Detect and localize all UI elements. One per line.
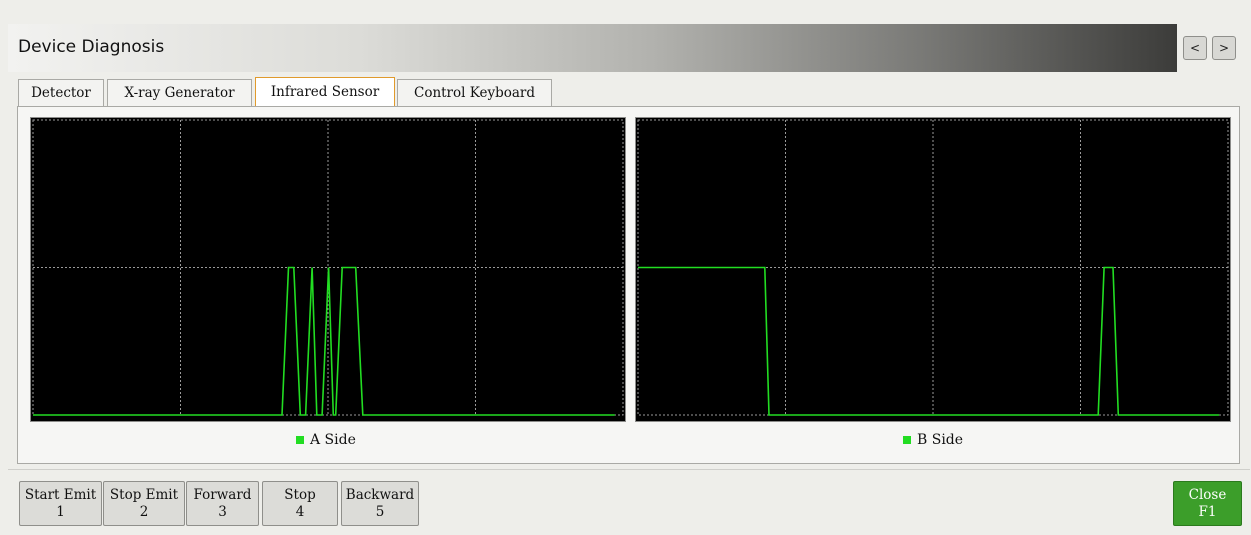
tab-control-keyboard[interactable]: Control Keyboard bbox=[397, 79, 552, 106]
forward-label: Forward bbox=[193, 486, 252, 503]
b-side-chart bbox=[637, 119, 1229, 416]
prev-page-button[interactable]: < bbox=[1183, 36, 1207, 60]
close-label: Close bbox=[1188, 486, 1227, 503]
a-side-chart bbox=[32, 119, 624, 416]
stop-label: Stop bbox=[284, 486, 316, 503]
a-side-signal-line bbox=[33, 266, 615, 416]
start-emit-label: Start Emit bbox=[24, 486, 97, 503]
window-title: Device Diagnosis bbox=[18, 37, 165, 57]
stop-emit-button[interactable]: Stop Emit 2 bbox=[103, 481, 185, 526]
stop-button[interactable]: Stop 4 bbox=[262, 481, 338, 526]
backward-label: Backward bbox=[345, 486, 415, 503]
b-side-signal-line bbox=[638, 266, 1220, 416]
next-page-button[interactable]: > bbox=[1212, 36, 1236, 60]
start-emit-key: 1 bbox=[56, 503, 65, 520]
b-side-legend-swatch bbox=[903, 436, 911, 444]
close-key: F1 bbox=[1198, 503, 1217, 520]
tab-x-ray-generator[interactable]: X-ray Generator bbox=[107, 79, 252, 106]
tab-infrared-sensor[interactable]: Infrared Sensor bbox=[255, 77, 395, 106]
start-emit-button[interactable]: Start Emit 1 bbox=[19, 481, 102, 526]
tab-detector[interactable]: Detector bbox=[18, 79, 104, 106]
forward-button[interactable]: Forward 3 bbox=[186, 481, 259, 526]
b-side-legend-label: B Side bbox=[917, 432, 964, 448]
a-side-legend-swatch bbox=[296, 436, 304, 444]
b-side-plot bbox=[635, 117, 1231, 422]
title-bar: Device Diagnosis bbox=[8, 24, 1177, 72]
a-side-legend: A Side bbox=[296, 432, 356, 448]
divider bbox=[8, 469, 1250, 470]
forward-key: 3 bbox=[218, 503, 227, 520]
b-side-legend: B Side bbox=[903, 432, 963, 448]
stop-key: 4 bbox=[295, 503, 305, 520]
backward-button[interactable]: Backward 5 bbox=[341, 481, 419, 526]
stop-emit-label: Stop Emit bbox=[109, 486, 179, 503]
a-side-legend-label: A Side bbox=[310, 432, 356, 448]
close-button[interactable]: Close F1 bbox=[1173, 481, 1242, 526]
stop-emit-key: 2 bbox=[139, 503, 149, 520]
a-side-plot bbox=[30, 117, 626, 422]
backward-key: 5 bbox=[375, 503, 385, 520]
